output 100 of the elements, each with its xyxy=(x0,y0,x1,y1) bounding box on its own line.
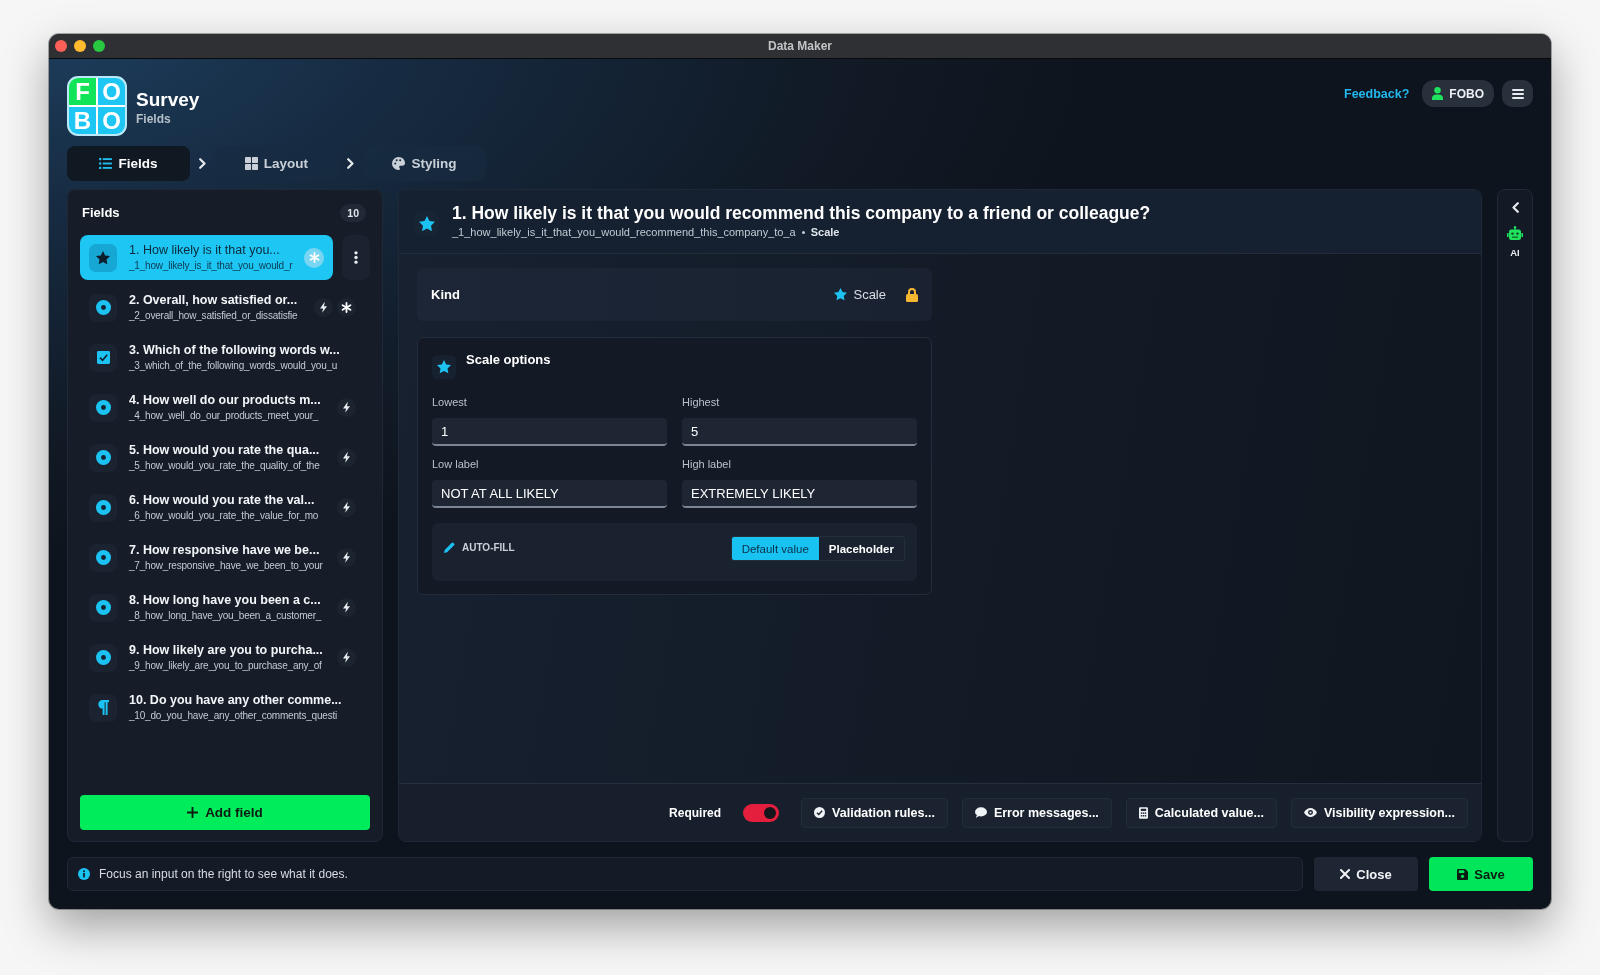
chevron-right-icon xyxy=(199,158,206,169)
input-label: Highest xyxy=(682,396,721,409)
field-list-item[interactable]: 6. How would you rate the val... _6_how_would_you_rate_the_value_for_mo xyxy=(80,485,370,530)
pencil-icon xyxy=(444,542,455,553)
minimize-window-icon[interactable] xyxy=(74,40,86,52)
input-label: Lowest xyxy=(432,396,468,409)
zoom-window-icon[interactable] xyxy=(93,40,105,52)
list-icon xyxy=(99,158,113,169)
feedback-link[interactable]: Feedback? xyxy=(1344,86,1410,101)
info-icon xyxy=(78,868,90,880)
field-key: _3_which_of_the_following_words_would_you_u xyxy=(129,360,350,372)
field-list-item[interactable]: 2. Overall, how satisfied or... _2_overall_how_satisfied_or_dissatisfie xyxy=(80,285,370,330)
menu-icon xyxy=(1511,88,1524,99)
checkbox-icon xyxy=(89,343,117,372)
field-key: _5_how_would_you_rate_the_quality_of_the xyxy=(129,460,331,472)
radio-icon xyxy=(89,293,117,322)
calculator-icon xyxy=(1138,806,1148,819)
footer-button[interactable]: Calculated value... xyxy=(1125,797,1277,828)
close-button[interactable]: Close xyxy=(1314,857,1418,891)
close-icon xyxy=(1340,869,1351,879)
field-count: 10 xyxy=(340,203,366,222)
field-title: 7. How responsive have we be... xyxy=(129,543,321,558)
footer-button[interactable]: Error messages... xyxy=(961,797,1112,828)
radio-icon xyxy=(89,543,117,572)
field-key: _1_how_likely_is_it_that_you_would_r xyxy=(129,260,298,272)
field-title: 9. How likely are you to purcha... xyxy=(129,643,324,658)
required-toggle[interactable] xyxy=(743,803,780,822)
user-button[interactable]: FOBO xyxy=(1422,80,1494,107)
field-list-item[interactable]: 7. How responsive have we be... _7_how_responsive_have_we_been_to_your xyxy=(80,535,370,580)
palette-icon xyxy=(392,157,406,170)
segment-button[interactable]: Default value xyxy=(731,537,819,560)
app-subtitle: Fields xyxy=(136,110,172,127)
segment-button[interactable]: Placeholder xyxy=(818,537,904,560)
panel-title: Fields xyxy=(82,205,120,220)
footer-button[interactable]: Visibility expression... xyxy=(1290,797,1468,828)
plus-icon xyxy=(187,807,199,818)
grid-icon xyxy=(244,157,258,170)
radio-icon xyxy=(89,593,117,622)
input-field[interactable]: NOT AT ALL LIKELY xyxy=(432,480,667,508)
section-title: Scale options xyxy=(466,352,551,368)
radio-icon xyxy=(89,493,117,522)
input-field[interactable]: 1 xyxy=(432,418,667,446)
field-kind: Scale xyxy=(810,225,840,239)
eye-icon xyxy=(1303,808,1317,817)
save-button[interactable]: Save xyxy=(1429,857,1533,891)
field-title: 4. How well do our products m... xyxy=(129,393,322,408)
field-key: _7_how_responsive_have_we_been_to_your xyxy=(129,560,331,572)
paragraph-icon xyxy=(89,693,117,722)
field-title: 3. Which of the following words w... xyxy=(129,343,341,358)
field-title: 5. How would you rate the qua... xyxy=(129,443,321,458)
field-key: _6_how_would_you_rate_the_value_for_mo xyxy=(129,510,331,522)
footer-button[interactable]: Validation rules... xyxy=(801,797,948,828)
user-icon xyxy=(1432,87,1444,100)
field-key: _10_do_you_have_any_other_comments_questi xyxy=(129,710,350,722)
field-list-item[interactable]: 10. Do you have any other comme... _10_do_you_have_any_other_comments_questi xyxy=(80,685,370,730)
radio-icon xyxy=(89,393,117,422)
field-title: 1. How likely is it that you... xyxy=(129,243,281,258)
window-title: Data Maker xyxy=(768,39,832,53)
status-message: Focus an input on the right to see what it does. xyxy=(99,867,348,881)
field-key: _8_how_long_have_you_been_a_customer_ xyxy=(129,610,331,622)
field-title: 10. Do you have any other comme... xyxy=(129,693,343,708)
kind-value: Scale xyxy=(853,287,886,302)
field-title: 8. How long have you been a c... xyxy=(129,593,322,608)
more-options-button[interactable] xyxy=(342,235,370,280)
field-heading: 1. How likely is it that you would recommend this company to a friend or colleague? xyxy=(452,202,1151,224)
logo-letter: F xyxy=(69,78,96,105)
kebab-icon xyxy=(354,251,358,264)
input-label: High label xyxy=(682,458,732,471)
check-circle-icon xyxy=(814,807,826,818)
kind-label: Kind xyxy=(431,287,460,302)
logo-letter: O xyxy=(98,107,125,134)
robot-icon xyxy=(1507,226,1523,240)
input-field[interactable]: EXTREMELY LIKELY xyxy=(682,480,917,508)
field-key: _1_how_likely_is_it_that_you_would_recommend_this_company_to_a xyxy=(452,225,796,239)
app-title: Survey xyxy=(136,87,200,111)
field-key: _4_how_well_do_our_products_meet_your_ xyxy=(129,410,331,422)
input-label: Low label xyxy=(432,458,480,471)
field-title: 2. Overall, how satisfied or... xyxy=(129,293,299,308)
ai-button[interactable]: AI xyxy=(1507,226,1523,258)
field-list-item[interactable]: 1. How likely is it that you... _1_how_likely_is_it_that_you_would_r xyxy=(80,235,333,280)
close-window-icon[interactable] xyxy=(55,40,67,52)
chevron-left-icon[interactable] xyxy=(1511,202,1519,213)
logo-letter: B xyxy=(69,107,96,134)
field-title: 6. How would you rate the val... xyxy=(129,493,316,508)
field-list-item[interactable]: 8. How long have you been a c... _8_how_long_have_you_been_a_customer_ xyxy=(80,585,370,630)
chevron-right-icon xyxy=(347,158,354,169)
field-key: _2_overall_how_satisfied_or_dissatisfie xyxy=(129,310,308,322)
field-list-item[interactable]: 3. Which of the following words w... _3_which_of_the_following_words_would_you_u xyxy=(80,335,370,380)
menu-button[interactable] xyxy=(1502,80,1533,107)
auto-fill-label: AUTO-FILL xyxy=(462,541,515,554)
field-list-item[interactable]: 4. How well do our products m... _4_how_well_do_our_products_meet_your_ xyxy=(80,385,370,430)
radio-icon xyxy=(89,443,117,472)
required-label: Required xyxy=(669,805,722,820)
radio-icon xyxy=(89,643,117,672)
field-key: _9_how_likely_are_you_to_purchase_any_of xyxy=(129,660,331,672)
add-field-button[interactable]: Add field xyxy=(80,795,370,830)
input-field[interactable]: 5 xyxy=(682,418,917,446)
field-list-item[interactable]: 9. How likely are you to purcha... _9_how_likely_are_you_to_purchase_any_of xyxy=(80,635,370,680)
field-list-item[interactable]: 5. How would you rate the qua... _5_how_would_you_rate_the_quality_of_the xyxy=(80,435,370,480)
tab[interactable]: Fields xyxy=(67,146,190,181)
